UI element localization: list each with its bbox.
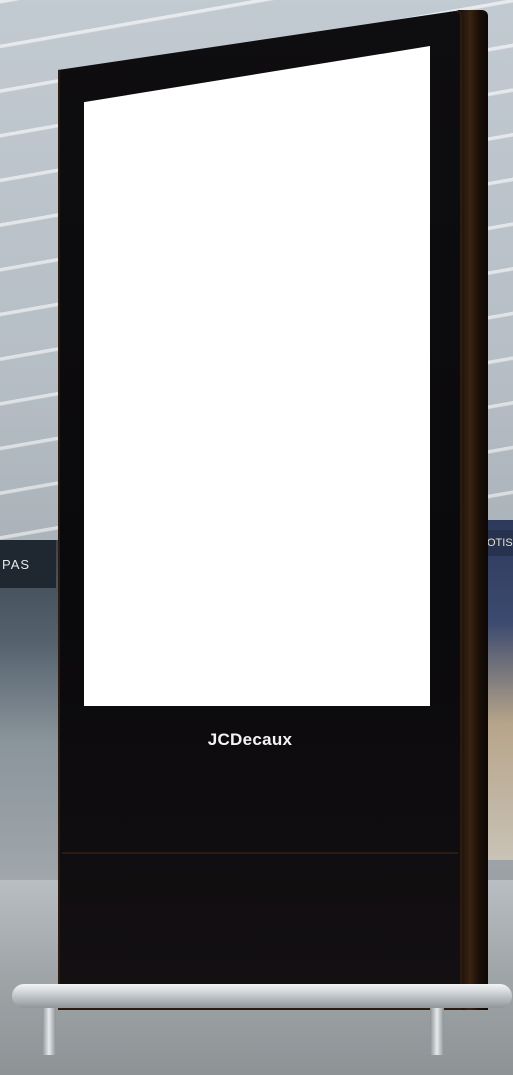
right-store-sign-text: OTIS: [487, 537, 513, 549]
base-leg-left: [42, 1000, 56, 1055]
left-storefront: [0, 540, 60, 880]
kiosk-screen: [84, 46, 430, 706]
kiosk-side-panel: [458, 10, 488, 1010]
kiosk-panel-seam: [62, 852, 458, 854]
kiosk-base-rail: [12, 984, 512, 1008]
right-storefront: [486, 520, 513, 860]
left-store-sign-text: PAS: [2, 556, 31, 572]
right-store-sign: OTIS: [486, 530, 513, 556]
brand-logo: JCDecaux: [207, 730, 293, 749]
left-store-sign: PAS: [0, 540, 56, 588]
base-leg-right: [430, 1000, 444, 1055]
